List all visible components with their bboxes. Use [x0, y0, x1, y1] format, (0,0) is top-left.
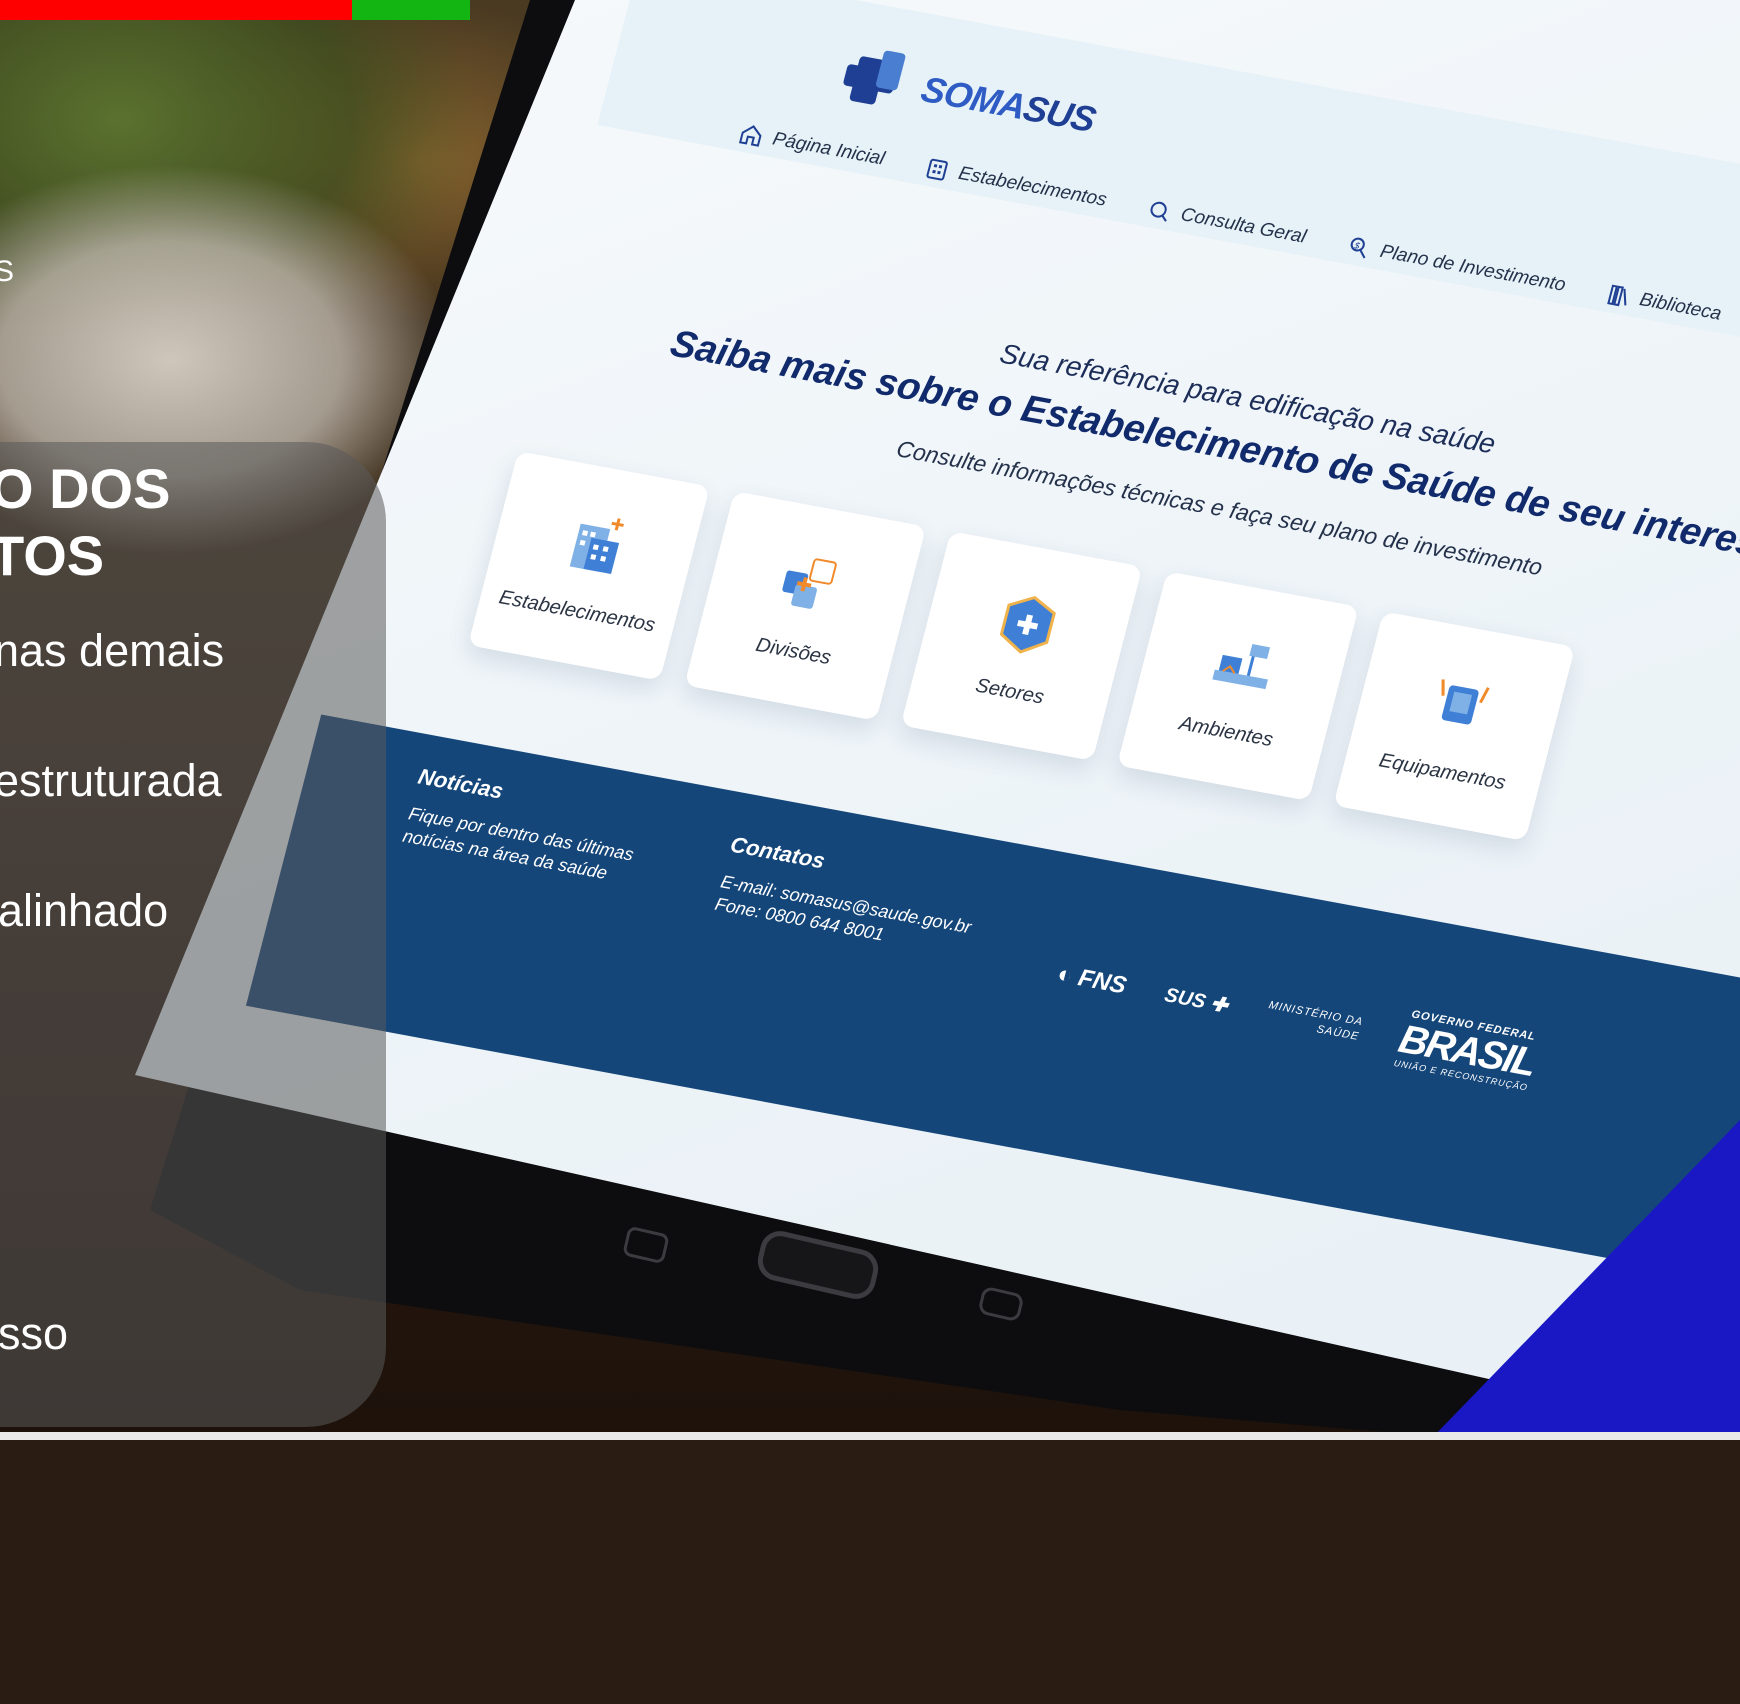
card-label: Equipamentos	[1376, 749, 1509, 794]
slide-bullet: sso	[0, 1308, 69, 1359]
equipment-icon	[1441, 678, 1490, 724]
card-setores[interactable]: Setores	[900, 531, 1143, 761]
footer-news: Notícias Fique por dentro das últimas no…	[400, 764, 697, 899]
ministerio-saude-logo[interactable]: MINISTÉRIO DA SAÚDE	[1263, 998, 1365, 1045]
search-icon	[1150, 201, 1167, 222]
card-label: Ambientes	[1176, 711, 1276, 751]
card-label: Estabelecimentos	[496, 585, 658, 637]
slide-bottom-bar	[0, 1432, 1740, 1440]
card-label: Divisões	[753, 633, 834, 669]
building-icon	[926, 158, 948, 181]
sus-logo[interactable]: SUS ✚	[1162, 982, 1231, 1018]
books-icon	[1606, 284, 1627, 307]
slide-bullet: estruturada	[0, 755, 222, 806]
hospital-icon	[569, 517, 624, 574]
fns-icon: ◐	[1054, 960, 1076, 990]
slide-accent-bar	[0, 0, 470, 20]
accent-bar-red	[0, 0, 352, 20]
investment-icon: $	[1350, 237, 1366, 259]
fns-logo[interactable]: ◐ FNS	[1054, 960, 1130, 1001]
footer-contacts: Contatos E-mail: somasus@saude.gov.br Fo…	[712, 832, 1009, 967]
home-icon	[738, 125, 762, 147]
governo-federal-logo[interactable]: GOVERNO FEDERAL BRASIL UNIÃO E RECONSTRU…	[1392, 1007, 1542, 1092]
room-icon	[1211, 643, 1270, 689]
slide-bullet: alinhado	[0, 885, 169, 936]
card-equipamentos[interactable]: Equipamentos	[1333, 611, 1576, 842]
sector-icon	[999, 595, 1056, 654]
divisions-icon	[781, 557, 837, 609]
slide-bullet: nas demais	[0, 625, 225, 676]
slide-small-text: S	[0, 255, 15, 288]
card-estabelecimentos[interactable]: Estabelecimentos	[467, 451, 710, 681]
cross-icon: ✚	[1208, 992, 1231, 1017]
card-divisoes[interactable]: Divisões	[684, 491, 927, 721]
partner-logos: ◐ FNS SUS ✚ MINISTÉRIO DA SAÚDE GOVERNO …	[1050, 944, 1542, 1093]
card-label: Setores	[973, 674, 1047, 709]
slide-heading: O DOS TOS	[0, 457, 171, 588]
accent-bar-green	[352, 0, 470, 20]
card-ambientes[interactable]: Ambientes	[1116, 571, 1359, 801]
